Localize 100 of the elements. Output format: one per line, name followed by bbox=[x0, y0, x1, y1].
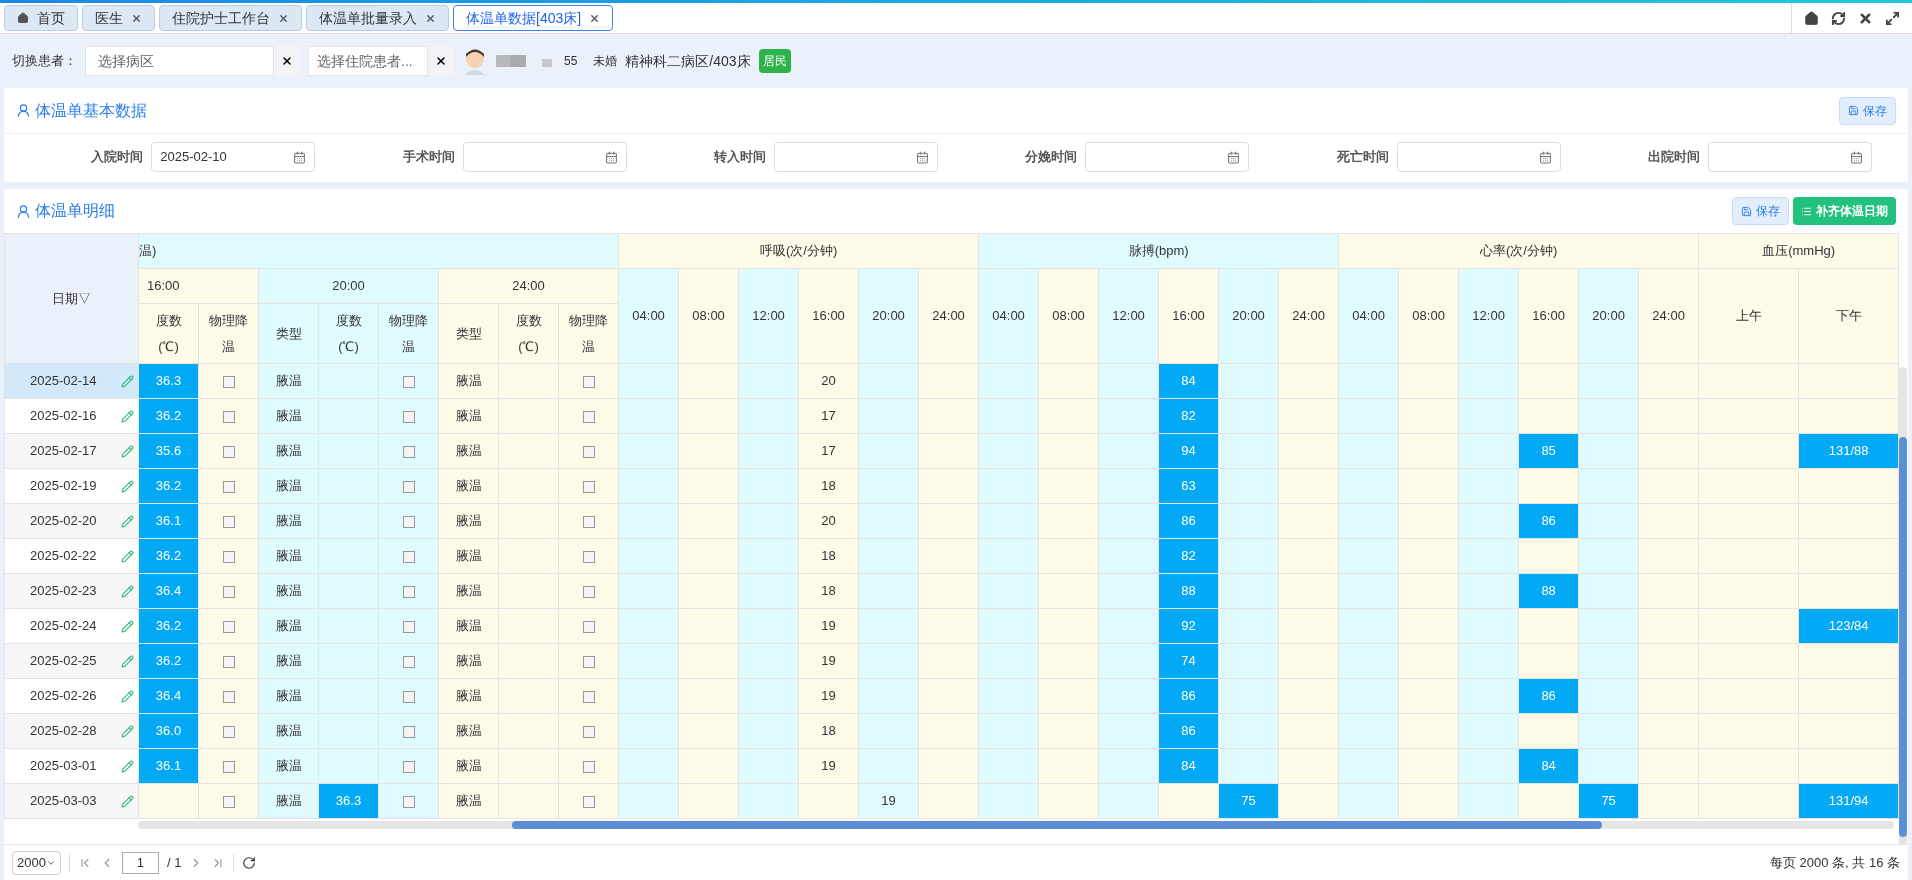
page-size-select[interactable]: 2000 bbox=[12, 850, 61, 875]
calendar-icon[interactable] bbox=[293, 150, 307, 164]
date-field[interactable] bbox=[1396, 142, 1561, 172]
date-cell[interactable]: 2025-02-24 bbox=[4, 608, 139, 644]
checkbox[interactable] bbox=[222, 375, 235, 388]
edit-icon[interactable] bbox=[121, 479, 134, 493]
date-cell[interactable]: 2025-02-25 bbox=[4, 643, 139, 679]
edit-icon[interactable] bbox=[121, 689, 134, 703]
close-icon[interactable] bbox=[1858, 10, 1873, 26]
checkbox[interactable] bbox=[222, 445, 235, 458]
date-cell[interactable]: 2025-02-20 bbox=[4, 503, 139, 539]
calendar-icon[interactable] bbox=[1227, 150, 1241, 164]
date-cell[interactable]: 2025-03-01 bbox=[4, 748, 139, 784]
edit-icon[interactable] bbox=[121, 794, 134, 808]
checkbox[interactable] bbox=[582, 550, 595, 563]
edit-icon[interactable] bbox=[121, 549, 134, 563]
checkbox[interactable] bbox=[222, 620, 235, 633]
checkbox[interactable] bbox=[222, 760, 235, 773]
save-button[interactable]: 保存 bbox=[1839, 96, 1896, 125]
checkbox[interactable] bbox=[402, 550, 415, 563]
refresh-icon[interactable] bbox=[1831, 10, 1846, 26]
clear-icon[interactable] bbox=[435, 55, 447, 67]
close-icon[interactable] bbox=[425, 12, 436, 24]
checkbox[interactable] bbox=[402, 375, 415, 388]
edit-icon[interactable] bbox=[121, 619, 134, 633]
calendar-icon[interactable] bbox=[916, 150, 929, 164]
date-cell[interactable]: 2025-02-16 bbox=[4, 398, 139, 434]
fullscreen-icon[interactable] bbox=[1885, 10, 1900, 26]
checkbox[interactable] bbox=[222, 655, 235, 668]
checkbox[interactable] bbox=[582, 795, 595, 808]
edit-icon[interactable] bbox=[121, 444, 134, 458]
checkbox[interactable] bbox=[582, 375, 595, 388]
checkbox[interactable] bbox=[402, 620, 415, 633]
checkbox[interactable] bbox=[402, 655, 415, 668]
date-cell[interactable]: 2025-02-22 bbox=[4, 538, 139, 574]
date-cell[interactable]: 2025-02-14 bbox=[4, 363, 139, 399]
date-field[interactable]: 2025-02-10 bbox=[151, 142, 316, 172]
date-cell[interactable]: 2025-02-23 bbox=[4, 573, 139, 609]
edit-icon[interactable] bbox=[121, 654, 134, 668]
checkbox[interactable] bbox=[582, 445, 595, 458]
checkbox[interactable] bbox=[222, 795, 235, 808]
close-icon[interactable] bbox=[131, 12, 142, 24]
checkbox[interactable] bbox=[222, 480, 235, 493]
checkbox[interactable] bbox=[582, 480, 595, 493]
tab[interactable]: 医生 bbox=[82, 5, 155, 31]
checkbox[interactable] bbox=[582, 515, 595, 528]
ward-select[interactable]: 选择病区 bbox=[85, 46, 274, 76]
checkbox[interactable] bbox=[402, 795, 415, 808]
checkbox[interactable] bbox=[222, 515, 235, 528]
column-header[interactable]: 日期▽ bbox=[4, 233, 139, 364]
page-input[interactable]: 1 bbox=[121, 851, 159, 874]
date-cell[interactable]: 2025-03-03 bbox=[4, 783, 139, 819]
checkbox[interactable] bbox=[582, 690, 595, 703]
tab[interactable]: 住院护士工作台 bbox=[159, 5, 302, 31]
date-field[interactable] bbox=[774, 142, 938, 172]
edit-icon[interactable] bbox=[121, 584, 134, 598]
patient-select[interactable]: 选择住院患者... bbox=[308, 46, 428, 76]
checkbox[interactable] bbox=[402, 690, 415, 703]
checkbox[interactable] bbox=[402, 410, 415, 423]
tab[interactable]: 首页 bbox=[4, 5, 78, 31]
close-icon[interactable] bbox=[589, 12, 601, 24]
checkbox[interactable] bbox=[222, 690, 235, 703]
date-cell[interactable]: 2025-02-19 bbox=[4, 468, 139, 504]
refresh-icon[interactable] bbox=[242, 855, 257, 870]
checkbox[interactable] bbox=[582, 655, 595, 668]
checkbox[interactable] bbox=[582, 760, 595, 773]
clear-icon[interactable] bbox=[281, 55, 293, 67]
checkbox[interactable] bbox=[222, 585, 235, 598]
tab[interactable]: 体温单批量录入 bbox=[306, 5, 449, 31]
checkbox[interactable] bbox=[402, 445, 415, 458]
checkbox[interactable] bbox=[402, 515, 415, 528]
edit-icon[interactable] bbox=[121, 374, 134, 388]
checkbox[interactable] bbox=[222, 410, 235, 423]
checkbox[interactable] bbox=[402, 585, 415, 598]
checkbox[interactable] bbox=[222, 725, 235, 738]
date-cell[interactable]: 2025-02-26 bbox=[4, 678, 139, 714]
edit-icon[interactable] bbox=[121, 409, 134, 423]
edit-icon[interactable] bbox=[121, 759, 134, 773]
checkbox[interactable] bbox=[402, 760, 415, 773]
date-cell[interactable]: 2025-02-17 bbox=[4, 433, 139, 469]
edit-icon[interactable] bbox=[121, 514, 134, 528]
tab[interactable]: 体温单数据[403床] bbox=[453, 5, 614, 31]
checkbox[interactable] bbox=[402, 480, 415, 493]
date-field[interactable] bbox=[1708, 142, 1872, 172]
checkbox[interactable] bbox=[582, 410, 595, 423]
checkbox[interactable] bbox=[582, 725, 595, 738]
vertical-scrollbar[interactable] bbox=[1898, 367, 1908, 847]
date-field[interactable] bbox=[462, 142, 627, 172]
checkbox[interactable] bbox=[402, 725, 415, 738]
horizontal-scrollbar[interactable] bbox=[138, 819, 1894, 831]
home-icon[interactable] bbox=[1804, 10, 1819, 26]
calendar-icon[interactable] bbox=[1850, 150, 1863, 164]
calendar-icon[interactable] bbox=[1538, 150, 1552, 164]
checkbox[interactable] bbox=[582, 585, 595, 598]
checkbox[interactable] bbox=[582, 620, 595, 633]
date-field[interactable] bbox=[1085, 142, 1250, 172]
edit-icon[interactable] bbox=[121, 724, 134, 738]
calendar-icon[interactable] bbox=[604, 150, 618, 164]
checkbox[interactable] bbox=[222, 550, 235, 563]
save-button[interactable]: 保存 bbox=[1732, 197, 1789, 225]
